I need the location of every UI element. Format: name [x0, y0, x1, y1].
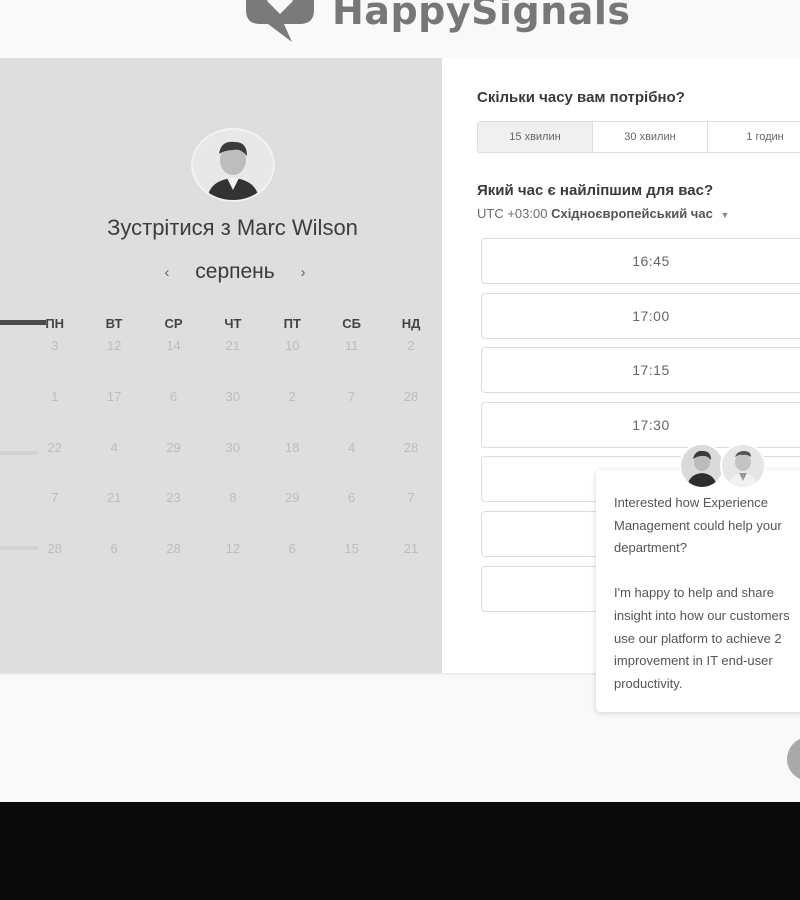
- calendar-day[interactable]: 7: [322, 387, 381, 438]
- speech-heart-icon: [246, 0, 314, 42]
- calendar-day[interactable]: 23: [144, 488, 203, 539]
- calendar-day[interactable]: 21: [84, 488, 143, 539]
- weekday-label: ПТ: [283, 316, 301, 331]
- chevron-down-icon: ▼: [720, 210, 730, 220]
- chat-agent-avatar: [720, 443, 766, 489]
- calendar-day[interactable]: 21: [203, 336, 262, 387]
- calendar-day[interactable]: 12: [84, 336, 143, 387]
- calendar-day[interactable]: 10: [263, 336, 322, 387]
- duration-question: Скільки часу вам потрібно?: [477, 89, 685, 106]
- meeting-title: Зустрітися з Marc Wilson: [107, 215, 358, 240]
- calendar-day[interactable]: 12: [203, 539, 262, 590]
- calendar-day[interactable]: 28: [381, 438, 440, 489]
- weekday-label: ВТ: [105, 316, 123, 331]
- calendar-day[interactable]: 8: [203, 488, 262, 539]
- calendar-panel: Зустрітися з Marc Wilson ‹ серпень › ПН …: [0, 58, 442, 673]
- time-question: Який час є найліпшим для вас?: [477, 182, 714, 199]
- chat-agent-avatar: [679, 443, 725, 489]
- weekday-label: ПН: [45, 316, 65, 331]
- calendar-day[interactable]: 6: [322, 488, 381, 539]
- calendar-day[interactable]: 6: [263, 539, 322, 590]
- host-avatar: [191, 128, 275, 202]
- duration-option-60[interactable]: 1 годин: [708, 122, 800, 152]
- calendar-day[interactable]: 30: [203, 387, 262, 438]
- calendar-day[interactable]: 28: [25, 539, 84, 590]
- logo-text: HappySignals: [332, 0, 631, 33]
- time-slot[interactable]: 17:00: [481, 292, 800, 339]
- weekday-label: СБ: [342, 316, 362, 331]
- calendar-day[interactable]: 18: [263, 438, 322, 489]
- calendar-grid: 3 12 14 21 10 11 2 1 17 6 30 2 7 28 22 4 29 30 18 4 28 7 21 23 8…: [25, 336, 441, 590]
- calendar-day[interactable]: 2: [381, 336, 440, 387]
- calendar-day[interactable]: 17: [84, 387, 143, 438]
- timezone-offset: UTC +03:00: [477, 206, 548, 221]
- calendar-day[interactable]: 29: [263, 488, 322, 539]
- timezone-selector[interactable]: UTC +03:00 Східноєвропейський час ▼: [477, 206, 729, 221]
- calendar-day[interactable]: 28: [381, 387, 440, 438]
- calendar-day[interactable]: 29: [144, 438, 203, 489]
- calendar-day[interactable]: 6: [84, 539, 143, 590]
- chat-popup[interactable]: Interested how Experience Management cou…: [596, 470, 800, 712]
- calendar-day[interactable]: 2: [263, 387, 322, 438]
- calendar-day[interactable]: 7: [381, 488, 440, 539]
- duration-option-15[interactable]: 15 хвилин: [478, 122, 593, 152]
- weekday-label: СР: [164, 316, 183, 331]
- calendar-day[interactable]: 28: [144, 539, 203, 590]
- calendar-day[interactable]: 6: [144, 387, 203, 438]
- chat-message: Interested how Experience Management cou…: [614, 495, 790, 691]
- weekday-label: НД: [401, 316, 421, 331]
- month-navigation: ‹ серпень ›: [160, 258, 310, 286]
- calendar-day[interactable]: 7: [25, 488, 84, 539]
- happysignals-logo: HappySignals: [240, 0, 631, 42]
- calendar-day[interactable]: 15: [322, 539, 381, 590]
- calendar-day[interactable]: 14: [144, 336, 203, 387]
- month-label: серпень: [195, 260, 275, 283]
- chat-launcher-button[interactable]: [787, 737, 800, 781]
- time-slot[interactable]: 17:15: [481, 347, 800, 394]
- duration-selector: 15 хвилин 30 хвилин 1 годин: [477, 121, 800, 153]
- calendar-day[interactable]: 3: [25, 336, 84, 387]
- calendar-day[interactable]: 11: [322, 336, 381, 387]
- previous-month-button[interactable]: ‹: [160, 264, 174, 281]
- duration-option-30[interactable]: 30 хвилин: [593, 122, 708, 152]
- page: HappySignals Зустрітися з Marc Wilson ‹ …: [0, 0, 800, 802]
- next-month-button[interactable]: ›: [296, 264, 310, 281]
- time-slot[interactable]: 16:45: [481, 238, 800, 284]
- calendar-day[interactable]: 4: [322, 438, 381, 489]
- calendar-day[interactable]: 1: [25, 387, 84, 438]
- weekday-header: ПН ВТ СР ЧТ ПТ СБ НД: [25, 316, 441, 331]
- calendar-day[interactable]: 4: [84, 438, 143, 489]
- time-slot[interactable]: 17:30: [481, 401, 800, 448]
- timezone-name: Східноєвропейський час: [551, 206, 713, 221]
- calendar-day[interactable]: 22: [25, 438, 84, 489]
- calendar-day[interactable]: 21: [381, 539, 440, 590]
- weekday-label: ЧТ: [224, 316, 242, 331]
- calendar-day[interactable]: 30: [203, 438, 262, 489]
